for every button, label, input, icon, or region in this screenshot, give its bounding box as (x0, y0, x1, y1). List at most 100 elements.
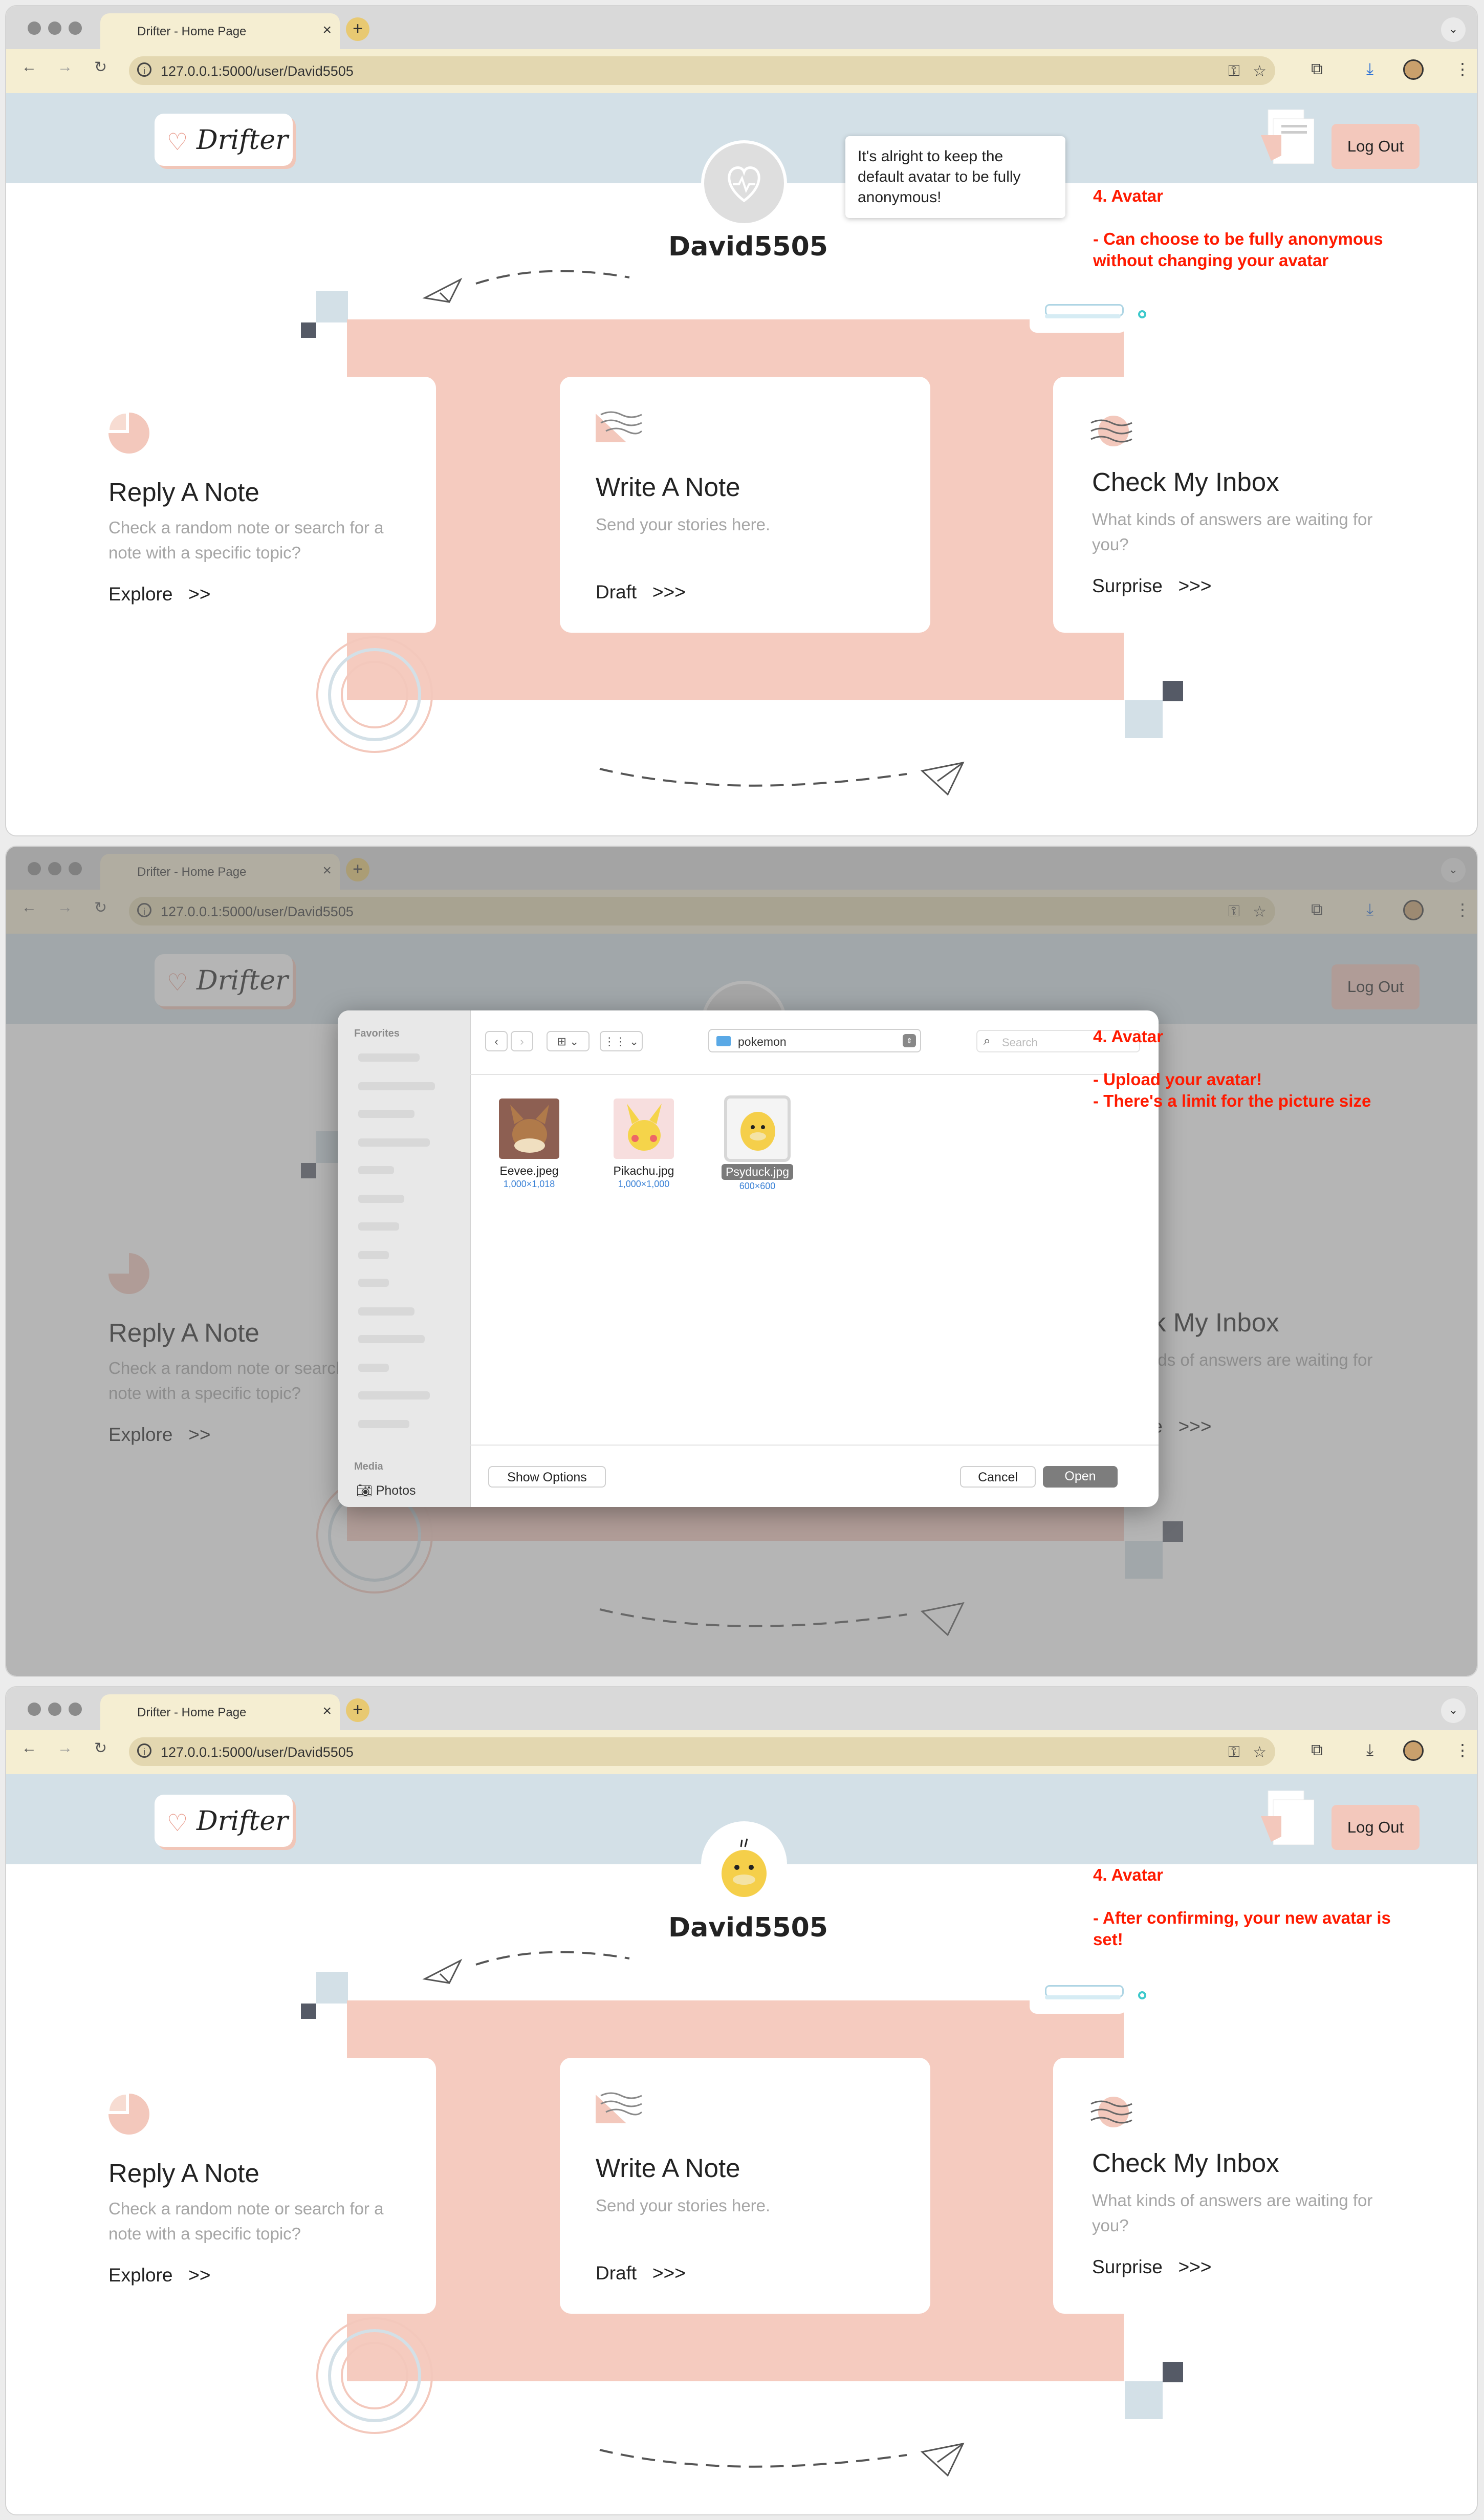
window-zoom-dot[interactable] (69, 21, 82, 35)
open-button[interactable]: Open (1043, 1466, 1118, 1488)
paper-plane-top-icon (422, 270, 630, 303)
avatar[interactable] (701, 1821, 787, 1907)
sidebar-item[interactable] (358, 1279, 389, 1287)
browser-tab[interactable]: Drifter - Home Page × (100, 1694, 340, 1730)
folder-selector[interactable]: pokemon ⇕ (708, 1029, 921, 1052)
site-logo[interactable]: ♡ Drifter (155, 1795, 293, 1847)
back-icon[interactable]: ← (21, 1739, 37, 1757)
nav-forward-icon[interactable]: › (511, 1031, 533, 1051)
browser-menu-icon[interactable]: ⋮ (1454, 1740, 1471, 1760)
logout-button[interactable]: Log Out (1332, 1805, 1420, 1850)
draft-link[interactable]: Draft >>> (596, 2263, 686, 2284)
deco-square (1125, 2381, 1163, 2419)
forward-icon[interactable]: → (57, 58, 73, 76)
check-inbox-card[interactable]: Check My Inbox What kinds of answers are… (1053, 2058, 1477, 2314)
sidebar-item[interactable] (358, 1053, 420, 1062)
tab-close-icon[interactable]: × (322, 21, 332, 39)
default-avatar-heart-icon (728, 166, 760, 203)
browser-menu-icon[interactable]: ⋮ (1454, 59, 1471, 79)
download-icon[interactable]: ⤓ (1366, 1740, 1373, 1760)
key-icon[interactable]: ⚿ (1228, 1743, 1240, 1761)
site-info-icon[interactable]: i (137, 62, 151, 77)
site-info-icon[interactable]: i (137, 1743, 151, 1758)
surprise-link[interactable]: Surprise >>> (1092, 575, 1211, 597)
address-bar[interactable]: i 127.0.0.1:5000/user/David5505 ⚿ ☆ (129, 1737, 1275, 1766)
view-grid-icon[interactable]: ⊞ ⌄ (547, 1031, 590, 1051)
new-tab-button[interactable]: + (346, 1698, 369, 1722)
address-bar[interactable]: i 127.0.0.1:5000/user/David5505 ⚿ ☆ (129, 56, 1275, 85)
sidebar-item[interactable] (358, 1335, 425, 1343)
forward-icon[interactable]: → (57, 1739, 73, 1757)
window-minimize-dot[interactable] (48, 1703, 61, 1716)
write-note-card[interactable]: Write A Note Send your stories here. Dra… (560, 2058, 930, 2314)
show-options-button[interactable]: Show Options (488, 1466, 606, 1488)
window-close-dot[interactable] (28, 1703, 41, 1716)
browser-tab[interactable]: Drifter - Home Page × (100, 13, 340, 49)
notes-decoration-icon (1261, 1791, 1314, 1845)
explore-link[interactable]: Explore >> (108, 584, 211, 605)
tab-search-icon[interactable]: ⌄ (1441, 1698, 1466, 1723)
file-item-pikachu[interactable]: Pikachu.jpg 1,000×1,000 (598, 1099, 690, 1190)
logo-text: Drifter (197, 1806, 288, 1837)
waves-icon (596, 2092, 642, 2123)
sidebar-item[interactable] (358, 1082, 435, 1090)
deco-square (316, 1972, 348, 2004)
deco-circles-icon (316, 2317, 433, 2434)
reply-note-card[interactable]: Reply A Note Check a random note or sear… (88, 377, 436, 633)
key-icon[interactable]: ⚿ (1228, 62, 1240, 80)
window-zoom-dot[interactable] (69, 1703, 82, 1716)
tab-search-icon[interactable]: ⌄ (1441, 17, 1466, 42)
new-tab-button[interactable]: + (346, 17, 369, 41)
sidebar-item[interactable] (358, 1420, 409, 1428)
cancel-button[interactable]: Cancel (960, 1466, 1036, 1488)
file-item-psyduck[interactable]: Psyduck.jpg 600×600 (711, 1095, 803, 1192)
extensions-icon[interactable]: ⧉ (1311, 1740, 1323, 1760)
tab-strip: Drifter - Home Page × + ⌄ (6, 6, 1477, 49)
draft-link[interactable]: Draft >>> (596, 581, 686, 603)
logout-button[interactable]: Log Out (1332, 124, 1420, 169)
check-inbox-card[interactable]: Check My Inbox What kinds of answers are… (1053, 377, 1477, 633)
sidebar-item[interactable] (358, 1195, 404, 1203)
tab-close-icon[interactable]: × (322, 1703, 332, 1720)
extensions-icon[interactable]: ⧉ (1311, 59, 1323, 79)
window-minimize-dot[interactable] (48, 21, 61, 35)
reload-icon[interactable]: ↻ (94, 58, 107, 76)
annotation-line: set! (1093, 1930, 1123, 1949)
folder-icon (716, 1036, 731, 1046)
site-logo[interactable]: ♡ Drifter (155, 114, 293, 166)
avatar[interactable] (701, 140, 787, 226)
search-icon: ⌕ (984, 1034, 991, 1048)
sidebar-item-photos[interactable]: 📷︎ Photos (356, 1483, 416, 1498)
sidebar-item[interactable] (358, 1222, 399, 1231)
sidebar-item[interactable] (358, 1110, 414, 1118)
window-close-dot[interactable] (28, 21, 41, 35)
sidebar-item[interactable] (358, 1307, 414, 1316)
profile-avatar[interactable] (1403, 1740, 1424, 1761)
sidebar-item-label: Photos (376, 1483, 416, 1498)
file-name: Psyduck.jpg (721, 1164, 793, 1180)
nav-back-icon[interactable]: ‹ (485, 1031, 508, 1051)
surprise-link[interactable]: Surprise >>> (1092, 2256, 1211, 2278)
back-icon[interactable]: ← (21, 58, 37, 76)
heart-icon: ♡ (167, 1810, 188, 1836)
sidebar-item[interactable] (358, 1251, 389, 1259)
file-item-eevee[interactable]: Eevee.jpeg 1,000×1,018 (483, 1099, 575, 1190)
bookmark-star-icon[interactable]: ☆ (1253, 1743, 1267, 1761)
group-icon[interactable]: ⋮⋮ ⌄ (600, 1031, 643, 1051)
card-title: Check My Inbox (1092, 467, 1279, 497)
write-note-card[interactable]: Write A Note Send your stories here. Dra… (560, 377, 930, 633)
tab-title: Drifter - Home Page (137, 25, 247, 38)
explore-link[interactable]: Explore >> (108, 2265, 211, 2286)
browser-chrome: Drifter - Home Page × + ⌄ ← → ↻ i 127.0.… (6, 6, 1477, 93)
card-title: Write A Note (596, 472, 740, 502)
bookmark-star-icon[interactable]: ☆ (1253, 62, 1267, 80)
reply-note-card[interactable]: Reply A Note Check a random note or sear… (88, 2058, 436, 2314)
sidebar-item[interactable] (358, 1391, 430, 1399)
deco-square (301, 322, 316, 338)
download-icon[interactable]: ⤓ (1366, 59, 1373, 79)
profile-avatar[interactable] (1403, 59, 1424, 80)
url-text: 127.0.0.1:5000/user/David5505 (161, 1744, 354, 1760)
sidebar-item[interactable] (358, 1166, 394, 1174)
sidebar-item[interactable] (358, 1138, 430, 1147)
reload-icon[interactable]: ↻ (94, 1739, 107, 1757)
